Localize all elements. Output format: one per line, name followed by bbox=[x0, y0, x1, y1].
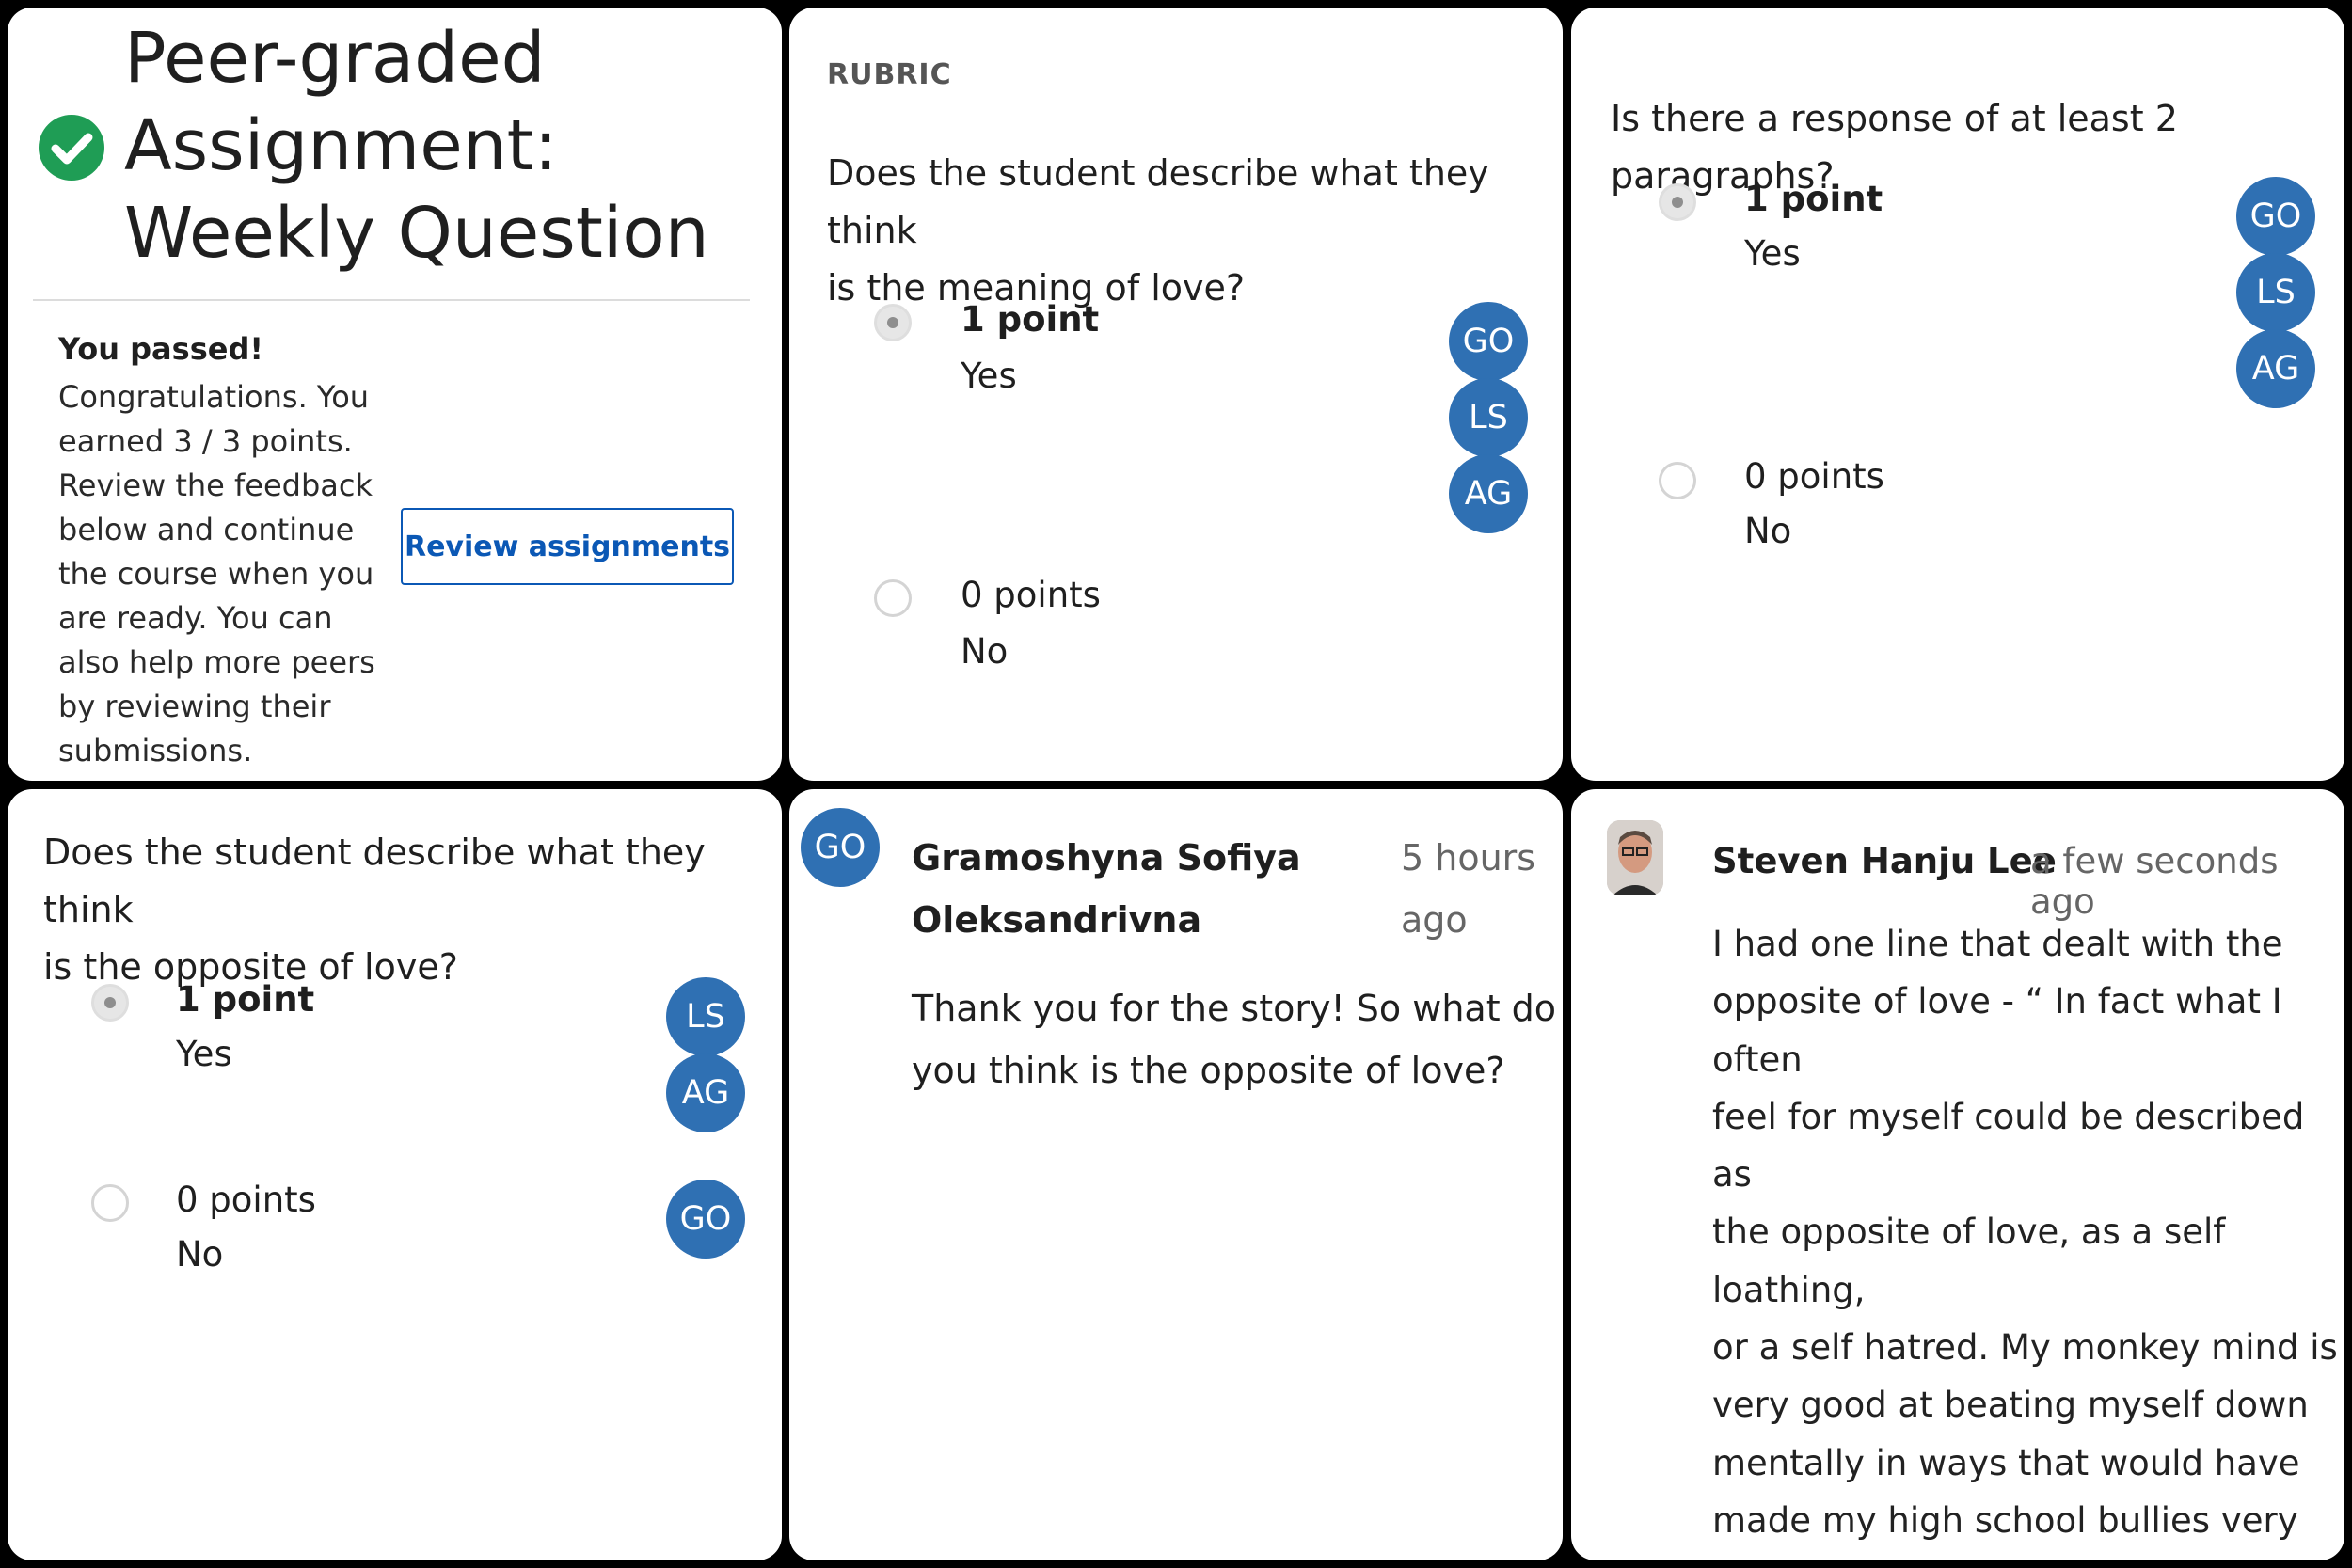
option-answer: Yes bbox=[961, 356, 1017, 396]
option-answer: No bbox=[1744, 511, 1792, 551]
option-points: 0 points bbox=[1744, 456, 1884, 497]
comment-line: opposite of love - “ In fact what I ofte… bbox=[1712, 981, 2282, 1080]
option-points: 1 point bbox=[176, 979, 315, 1020]
radio-yes[interactable] bbox=[1659, 183, 1696, 221]
radio-yes[interactable] bbox=[874, 304, 912, 341]
comment-timestamp: a few seconds ago bbox=[2030, 841, 2279, 922]
message-line: below and continue bbox=[58, 512, 355, 547]
comment-text: I had one line that dealt with the oppos… bbox=[1712, 915, 2344, 1560]
message-line: by reviewing their bbox=[58, 689, 331, 724]
grader-avatar: GO bbox=[666, 1180, 745, 1259]
comment-line: very good at beating myself down bbox=[1712, 1385, 2309, 1426]
option-points: 1 point bbox=[1744, 179, 1883, 219]
message-line: Review the feedback bbox=[58, 467, 373, 503]
rubric-paragraphs-panel: Is there a response of at least 2 paragr… bbox=[1571, 8, 2344, 781]
timestamp-line: ago bbox=[1401, 899, 1468, 941]
rubric-question: Is there a response of at least 2 paragr… bbox=[1611, 98, 2178, 197]
page-title-line: Assignment: bbox=[124, 105, 558, 186]
comment-line: I had one line that dealt with the bbox=[1712, 924, 2283, 964]
message-line: are ready. You can bbox=[58, 600, 333, 636]
rubric-question: Does the student describe what they thin… bbox=[827, 145, 1563, 317]
passed-message: Congratulations. You earned 3 / 3 points… bbox=[58, 375, 375, 773]
option-points: 1 point bbox=[961, 299, 1100, 340]
question-line: is the meaning of love? bbox=[827, 267, 1246, 309]
rubric-meaning-panel: RUBRIC Does the student describe what th… bbox=[789, 8, 1563, 781]
page-title-line: Peer-graded bbox=[124, 18, 546, 99]
comment-line: or a self hatred. My monkey mind is bbox=[1712, 1327, 2338, 1369]
option-answer: Yes bbox=[1744, 233, 1801, 274]
rubric-opposite-panel: Does the student describe what they thin… bbox=[8, 789, 782, 1560]
commenter-avatar: GO bbox=[801, 808, 880, 887]
message-line: the course when you bbox=[58, 556, 374, 592]
comment-line: you think is the opposite of love? bbox=[912, 1050, 1505, 1091]
message-line: submissions. bbox=[58, 733, 253, 768]
message-line: Congratulations. You bbox=[58, 379, 370, 415]
radio-no[interactable] bbox=[874, 579, 912, 617]
passed-check-icon bbox=[39, 115, 104, 181]
comment-text: Thank you for the story! So what do you … bbox=[912, 977, 1556, 1101]
passed-heading: You passed! bbox=[58, 331, 263, 367]
comment-panel-go: GO Gramoshyna Sofiya Oleksandrivna 5 hou… bbox=[789, 789, 1563, 1560]
radio-yes[interactable] bbox=[91, 984, 129, 1022]
option-answer: No bbox=[176, 1234, 224, 1275]
option-answer: No bbox=[961, 631, 1009, 672]
comment-author: Steven Hanju Lee bbox=[1712, 841, 2057, 881]
review-assignments-button[interactable]: Review assignments bbox=[401, 508, 734, 585]
comment-line: made my high school bullies very bbox=[1712, 1499, 2298, 1541]
radio-no[interactable] bbox=[1659, 462, 1696, 499]
comment-author: Gramoshyna Sofiya Oleksandrivna bbox=[912, 827, 1301, 951]
question-line: Does the student describe what they thin… bbox=[827, 152, 1489, 251]
user-photo-avatar bbox=[1607, 820, 1663, 895]
timestamp-line: 5 hours bbox=[1401, 837, 1536, 879]
comment-line: feel for myself could be described as bbox=[1712, 1096, 2305, 1196]
option-points: 0 points bbox=[961, 575, 1101, 615]
comment-line: the opposite of love, as a self loathing… bbox=[1712, 1212, 2226, 1310]
comment-line: Thank you for the story! So what do bbox=[912, 988, 1557, 1029]
rubric-label: RUBRIC bbox=[827, 58, 952, 91]
grader-avatar: LS bbox=[1449, 378, 1528, 457]
grader-avatar: LS bbox=[666, 977, 745, 1056]
grader-avatar: LS bbox=[2236, 253, 2315, 332]
grader-avatar: GO bbox=[1449, 302, 1528, 381]
page-title-line: Weekly Question bbox=[124, 193, 709, 274]
question-line: is the opposite of love? bbox=[43, 946, 458, 988]
author-line: Gramoshyna Sofiya bbox=[912, 837, 1301, 879]
assignment-status-panel: Peer-graded Assignment: Weekly Question … bbox=[8, 8, 782, 781]
author-line: Oleksandrivna bbox=[912, 899, 1202, 941]
comment-panel-steven: Steven Hanju Lee a few seconds ago I had… bbox=[1571, 789, 2344, 1560]
radio-no[interactable] bbox=[91, 1184, 129, 1222]
comment-timestamp: 5 hours ago bbox=[1401, 827, 1535, 951]
comment-line: proud.” bbox=[1712, 1549, 2344, 1560]
grader-avatar: AG bbox=[666, 1053, 745, 1132]
grader-avatar: AG bbox=[1449, 454, 1528, 533]
question-line: Does the student describe what they thin… bbox=[43, 832, 706, 930]
grader-avatar: AG bbox=[2236, 329, 2315, 408]
rubric-question: Does the student describe what they thin… bbox=[43, 824, 782, 996]
message-line: also help more peers bbox=[58, 644, 375, 680]
message-line: earned 3 / 3 points. bbox=[58, 423, 353, 459]
comment-line: mentally in ways that would have bbox=[1712, 1442, 2300, 1483]
grader-avatar: GO bbox=[2236, 177, 2315, 256]
page-title: Peer-graded Assignment: Weekly Question bbox=[124, 15, 709, 277]
option-answer: Yes bbox=[176, 1034, 232, 1074]
title-divider bbox=[33, 299, 750, 301]
option-points: 0 points bbox=[176, 1180, 316, 1220]
